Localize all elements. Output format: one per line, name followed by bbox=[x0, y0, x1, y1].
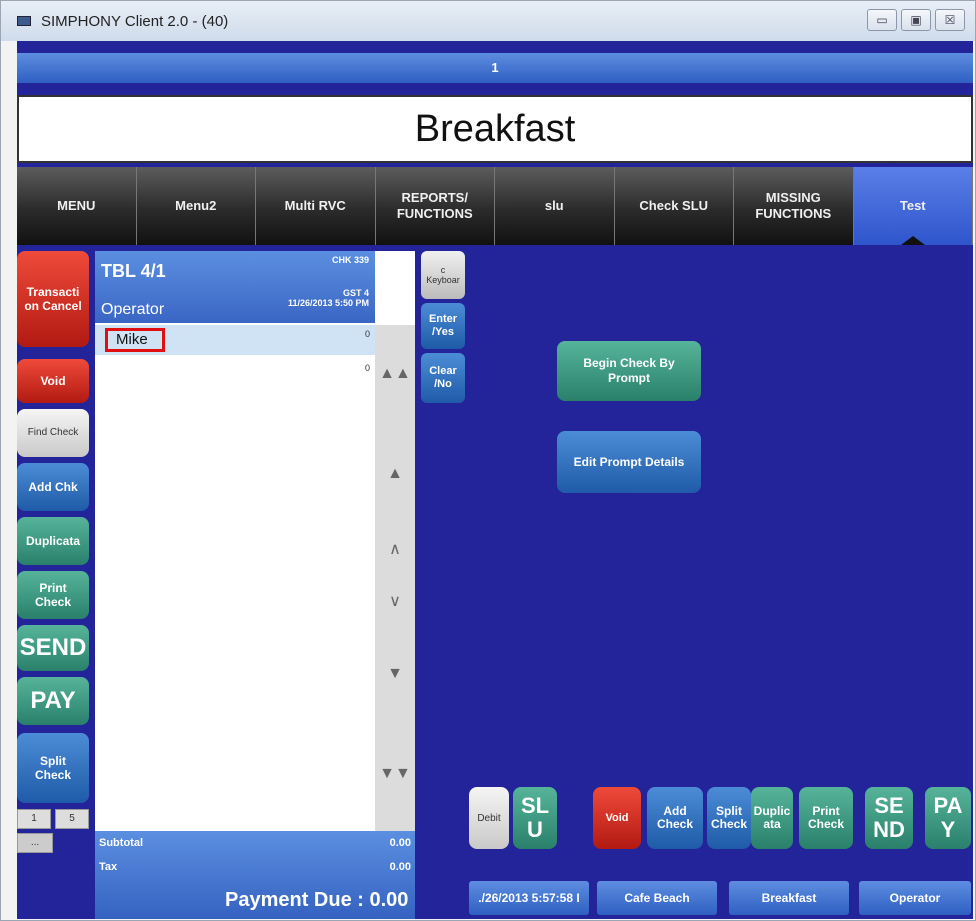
list-item[interactable]: Mike 0 bbox=[95, 325, 375, 355]
enter-yes-button[interactable]: Enter /Yes bbox=[421, 303, 465, 349]
tab-menu2[interactable]: Menu2 bbox=[136, 167, 256, 245]
send-button[interactable]: SEND bbox=[17, 625, 89, 671]
line-up-icon[interactable]: ∧ bbox=[375, 539, 415, 559]
app-window: SIMPHONY Client 2.0 - (40) ▭ ▣ ☒ 1 Break… bbox=[0, 0, 976, 921]
payment-due-value: 0.00 bbox=[369, 889, 409, 911]
tab-missing-functions[interactable]: MISSING FUNCTIONS bbox=[734, 167, 854, 245]
page-1-button[interactable]: 1 bbox=[17, 809, 51, 829]
tab-menu[interactable]: MENU bbox=[17, 167, 137, 245]
pay-bottom-button[interactable]: PA Y bbox=[925, 787, 971, 849]
pay-button[interactable]: PAY bbox=[17, 677, 89, 725]
status-location: Cafe Beach bbox=[597, 881, 717, 915]
payment-due: Payment Due : 0.00 bbox=[225, 889, 408, 912]
status-datetime: ./26/2013 5:57:58 I bbox=[469, 881, 589, 915]
void-bottom-button[interactable]: Void bbox=[593, 787, 641, 849]
line-down-icon[interactable]: ∨ bbox=[375, 591, 415, 611]
title-bar: SIMPHONY Client 2.0 - (40) ▭ ▣ ☒ bbox=[1, 1, 975, 41]
payment-due-label: Payment Due : bbox=[225, 889, 364, 911]
maximize-icon[interactable]: ▣ bbox=[901, 9, 931, 31]
slu-button[interactable]: SL U bbox=[513, 787, 557, 849]
keyboard-button[interactable]: c Keyboar bbox=[421, 251, 465, 299]
page-up-double-icon[interactable]: ▲▲ bbox=[375, 365, 415, 383]
begin-check-by-prompt-button[interactable]: Begin Check By Prompt bbox=[557, 341, 701, 401]
totals-area: Subtotal 0.00 Tax 0.00 Payment Due : 0.0… bbox=[95, 831, 415, 919]
close-icon[interactable]: ☒ bbox=[935, 9, 965, 31]
check-scrollbar[interactable]: ▲▲ ▲ ∧ ∨ ▼ ▼▼ bbox=[375, 325, 415, 831]
scroll-down-icon[interactable]: ▼ bbox=[375, 665, 415, 683]
check-detail-panel: TBL 4/1 CHK 339 Operator GST 4 11/26/201… bbox=[95, 251, 415, 919]
void-button[interactable]: Void bbox=[17, 359, 89, 403]
subtotal-label: Subtotal bbox=[99, 837, 143, 849]
split-check-bottom-button[interactable]: Split Check bbox=[707, 787, 751, 849]
check-datetime: 11/26/2013 5:50 PM bbox=[287, 297, 369, 308]
edit-prompt-details-button[interactable]: Edit Prompt Details bbox=[557, 431, 701, 493]
scroll-up-icon[interactable]: ▲ bbox=[375, 465, 415, 483]
clear-no-button[interactable]: Clear /No bbox=[421, 353, 465, 403]
print-check-bottom-button[interactable]: Print Check bbox=[799, 787, 853, 849]
transaction-cancel-button[interactable]: Transacti on Cancel bbox=[17, 251, 89, 347]
tax-label: Tax bbox=[99, 861, 118, 873]
tab-test[interactable]: Test bbox=[853, 167, 973, 245]
minimize-icon[interactable]: ▭ bbox=[867, 9, 897, 31]
page-indicator: 1 bbox=[17, 53, 973, 83]
page-more-button[interactable]: ... bbox=[17, 833, 53, 853]
second-item-value: 0 bbox=[365, 363, 371, 373]
send-bottom-button[interactable]: SE ND bbox=[865, 787, 913, 849]
debit-button[interactable]: Debit bbox=[469, 787, 509, 849]
page-5-button[interactable]: 5 bbox=[55, 809, 89, 829]
page-down-double-icon[interactable]: ▼▼ bbox=[375, 765, 415, 783]
workspace: 1 Breakfast MENU Menu2 Multi RVC REPORTS… bbox=[17, 41, 973, 919]
tax-value: 0.00 bbox=[389, 861, 411, 873]
tab-bar: MENU Menu2 Multi RVC REPORTS/ FUNCTIONS … bbox=[17, 167, 973, 245]
tab-reports-functions[interactable]: REPORTS/ FUNCTIONS bbox=[375, 167, 495, 245]
banner-title: Breakfast bbox=[17, 95, 973, 163]
check-header: TBL 4/1 CHK 339 Operator GST 4 11/26/201… bbox=[95, 251, 375, 323]
tab-slu[interactable]: slu bbox=[495, 167, 615, 245]
print-check-button[interactable]: Print Check bbox=[17, 571, 89, 619]
status-period: Breakfast bbox=[729, 881, 849, 915]
app-icon bbox=[17, 16, 31, 26]
window-title: SIMPHONY Client 2.0 - (40) bbox=[41, 12, 229, 30]
find-check-button[interactable]: Find Check bbox=[17, 409, 89, 457]
operator-label: Operator bbox=[101, 301, 165, 318]
table-number: TBL 4/1 bbox=[101, 261, 166, 281]
add-check-button[interactable]: Add Check bbox=[647, 787, 703, 849]
tab-multi-rvc[interactable]: Multi RVC bbox=[256, 167, 376, 245]
tab-check-slu[interactable]: Check SLU bbox=[614, 167, 734, 245]
add-chk-button[interactable]: Add Chk bbox=[17, 463, 89, 511]
item-value: 0 bbox=[365, 329, 371, 339]
guest-info: GST 4 11/26/2013 5:50 PM bbox=[287, 288, 369, 309]
item-name: Mike bbox=[105, 328, 165, 352]
status-operator: Operator bbox=[859, 881, 971, 915]
duplicata-bottom-button[interactable]: Duplic ata bbox=[751, 787, 793, 849]
split-check-button[interactable]: Split Check bbox=[17, 733, 89, 803]
duplicata-button[interactable]: Duplicata bbox=[17, 517, 89, 565]
check-number: CHK 339 bbox=[331, 255, 369, 265]
subtotal-value: 0.00 bbox=[389, 837, 411, 849]
